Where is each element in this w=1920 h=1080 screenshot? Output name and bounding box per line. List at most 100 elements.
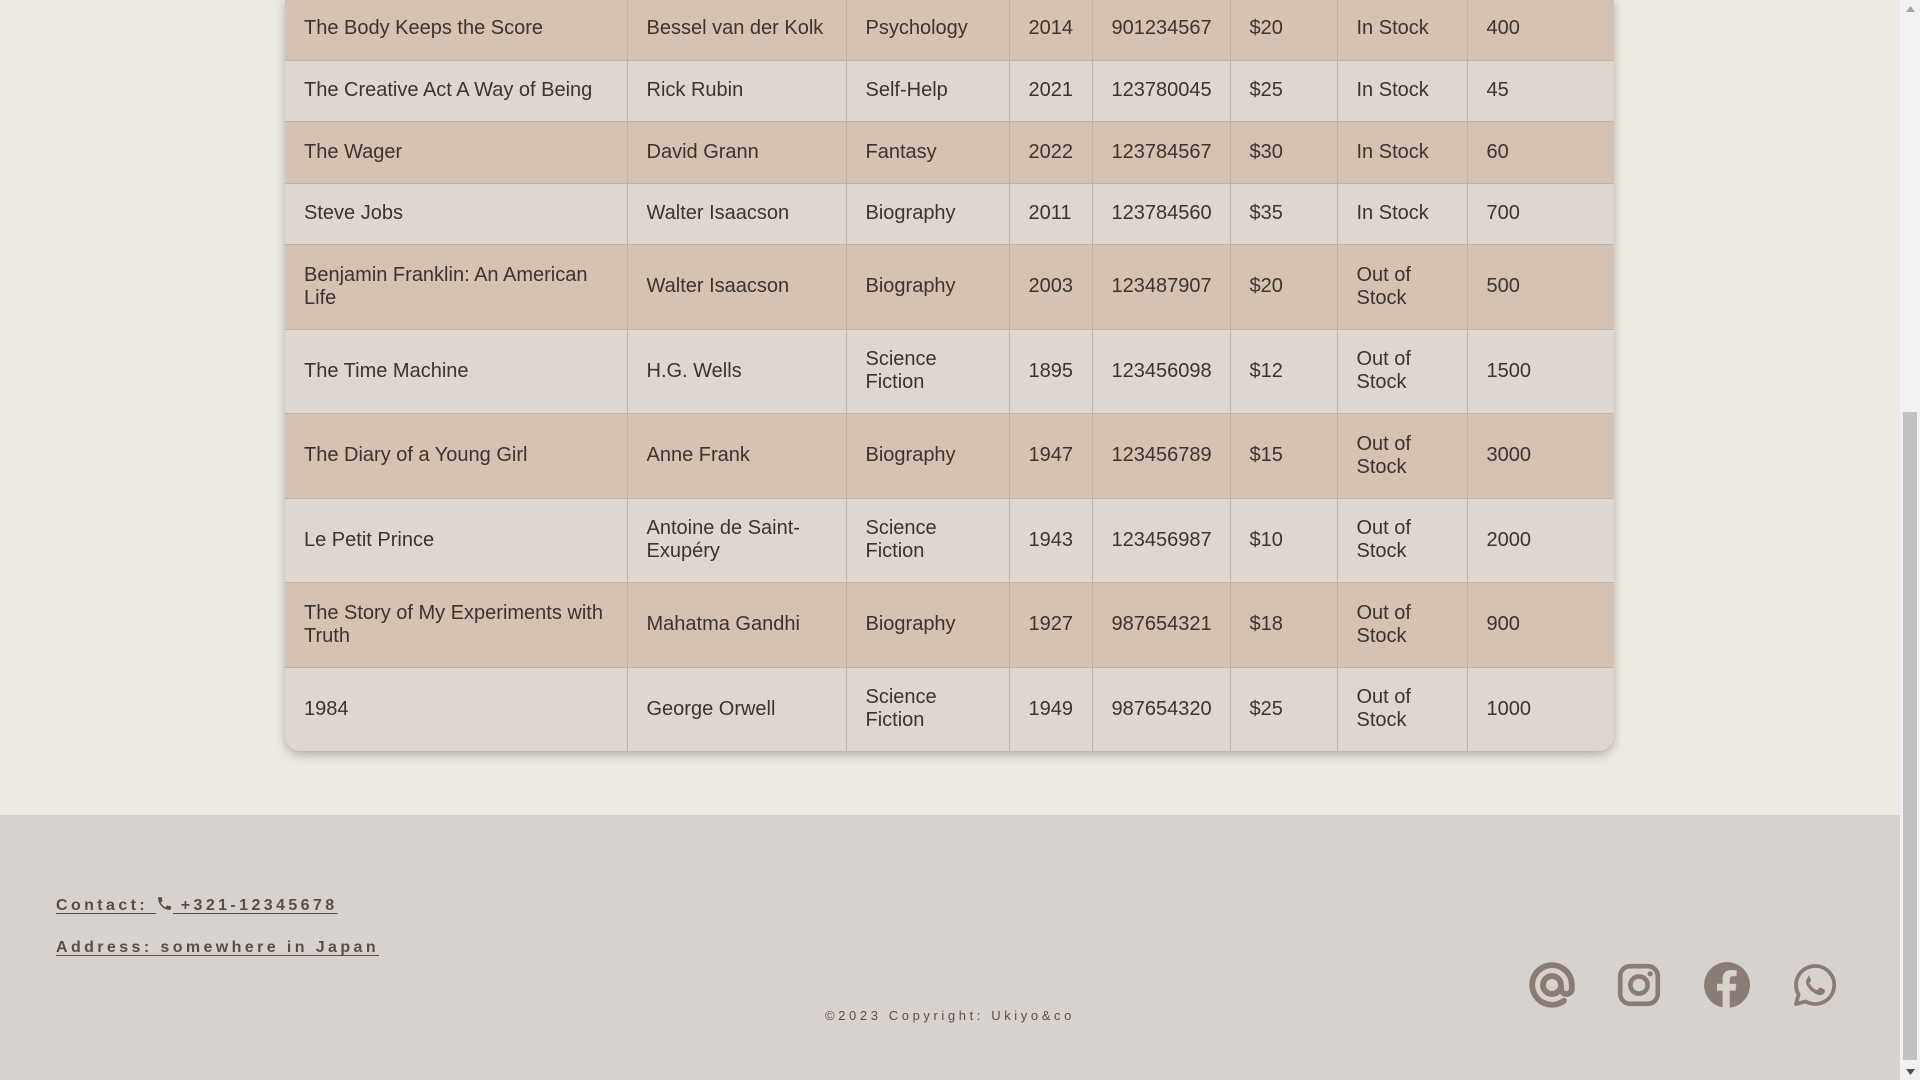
cell-isbn: 987654320 bbox=[1092, 667, 1231, 751]
cell-author: Anne Frank bbox=[627, 413, 847, 499]
cell-genre: Psychology bbox=[846, 0, 1010, 61]
cell-quantity: 500 bbox=[1467, 244, 1614, 330]
cell-isbn: 123456789 bbox=[1092, 413, 1231, 499]
cell-year: 2003 bbox=[1009, 244, 1093, 330]
cell-price: $12 bbox=[1230, 329, 1338, 414]
cell-author: Walter Isaacson bbox=[627, 183, 847, 245]
scrollbar-thumb[interactable] bbox=[1903, 412, 1917, 1060]
cell-author: Bessel van der Kolk bbox=[627, 0, 847, 61]
cell-quantity: 60 bbox=[1467, 121, 1614, 184]
cell-status: Out of Stock bbox=[1337, 413, 1468, 499]
cell-year: 1947 bbox=[1009, 413, 1093, 499]
cell-price: $30 bbox=[1230, 121, 1338, 184]
cell-price: $25 bbox=[1230, 60, 1338, 122]
cell-status: Out of Stock bbox=[1337, 498, 1468, 583]
email-link[interactable] bbox=[1524, 957, 1580, 1013]
cell-genre: Biography bbox=[846, 183, 1010, 245]
cell-price: $10 bbox=[1230, 498, 1338, 583]
table-row: The Time Machine H.G. Wells Science Fictio… bbox=[285, 329, 1614, 414]
cell-year: 2021 bbox=[1009, 60, 1093, 122]
cell-title: Benjamin Franklin: An American Life bbox=[285, 244, 628, 330]
cell-title: The Story of My Experiments with Truth bbox=[285, 582, 628, 668]
cell-isbn: 123456098 bbox=[1092, 329, 1231, 414]
table-row: The Body Keeps the Score Bessel van der K… bbox=[285, 0, 1614, 61]
instagram-icon bbox=[1617, 963, 1661, 1007]
cell-price: $35 bbox=[1230, 183, 1338, 245]
table-row: Steve Jobs Walter Isaacson Biography 2011 12… bbox=[285, 183, 1614, 245]
table-row: Benjamin Franklin: An American Life Walte… bbox=[285, 244, 1614, 330]
table-row: The Wager David Grann Fantasy 2022 123784567… bbox=[285, 121, 1614, 184]
facebook-icon bbox=[1704, 962, 1750, 1008]
cell-quantity: 3000 bbox=[1467, 413, 1614, 499]
books-table-body: The Body Keeps the Score Bessel van der K… bbox=[285, 0, 1614, 751]
address-link[interactable]: Address: somewhere in Japan bbox=[56, 939, 379, 957]
table-row: Le Petit Prince Antoine de Saint-Exupéry S… bbox=[285, 498, 1614, 583]
whatsapp-link[interactable] bbox=[1787, 957, 1843, 1013]
vertical-scrollbar[interactable] bbox=[1900, 0, 1920, 1080]
cell-genre: Self-Help bbox=[846, 60, 1010, 122]
cell-author: H.G. Wells bbox=[627, 329, 847, 414]
cell-quantity: 2000 bbox=[1467, 498, 1614, 583]
cell-status: Out of Stock bbox=[1337, 582, 1468, 668]
cell-status: In Stock bbox=[1337, 183, 1468, 245]
cell-author: Walter Isaacson bbox=[627, 244, 847, 330]
cell-genre: Science Fiction bbox=[846, 329, 1010, 414]
table-row: 1984 George Orwell Science Fiction 1949 9876… bbox=[285, 667, 1614, 751]
cell-title: The Wager bbox=[285, 121, 628, 184]
contact-label: Contact: bbox=[56, 897, 156, 914]
cell-quantity: 45 bbox=[1467, 60, 1614, 122]
cell-year: 1895 bbox=[1009, 329, 1093, 414]
cell-genre: Science Fiction bbox=[846, 498, 1010, 583]
scroll-down-arrow-icon[interactable] bbox=[1900, 1063, 1920, 1080]
cell-author: Mahatma Gandhi bbox=[627, 582, 847, 668]
table-row: The Diary of a Young Girl Anne Frank Biogr… bbox=[285, 413, 1614, 499]
cell-quantity: 400 bbox=[1467, 0, 1614, 61]
instagram-link[interactable] bbox=[1611, 957, 1667, 1013]
cell-title: The Time Machine bbox=[285, 329, 628, 414]
cell-isbn: 901234567 bbox=[1092, 0, 1231, 61]
cell-year: 1943 bbox=[1009, 498, 1093, 583]
cell-title: 1984 bbox=[285, 667, 628, 751]
cell-title: Le Petit Prince bbox=[285, 498, 628, 583]
cell-quantity: 1000 bbox=[1467, 667, 1614, 751]
cell-title: The Diary of a Young Girl bbox=[285, 413, 628, 499]
facebook-link[interactable] bbox=[1699, 957, 1755, 1013]
cell-isbn: 123784567 bbox=[1092, 121, 1231, 184]
cell-price: $25 bbox=[1230, 667, 1338, 751]
cell-year: 2011 bbox=[1009, 183, 1093, 245]
contact-link[interactable]: Contact: +321-12345678 bbox=[56, 895, 338, 915]
cell-genre: Biography bbox=[846, 244, 1010, 330]
books-table: The Body Keeps the Score Bessel van der K… bbox=[285, 0, 1614, 751]
table-row: The Story of My Experiments with Truth Ma… bbox=[285, 582, 1614, 668]
cell-author: Rick Rubin bbox=[627, 60, 847, 122]
cell-price: $18 bbox=[1230, 582, 1338, 668]
cell-status: In Stock bbox=[1337, 121, 1468, 184]
cell-isbn: 123780045 bbox=[1092, 60, 1231, 122]
cell-author: Antoine de Saint-Exupéry bbox=[627, 498, 847, 583]
cell-author: George Orwell bbox=[627, 667, 847, 751]
cell-isbn: 123487907 bbox=[1092, 244, 1231, 330]
cell-status: Out of Stock bbox=[1337, 329, 1468, 414]
site-footer: Contact: +321-12345678 Address: somewher… bbox=[0, 815, 1900, 1080]
main-content: The Body Keeps the Score Bessel van der K… bbox=[0, 0, 1900, 815]
page-viewport: The Body Keeps the Score Bessel van der K… bbox=[0, 0, 1900, 1080]
cell-title: The Body Keeps the Score bbox=[285, 0, 628, 61]
contact-phone: +321-12345678 bbox=[172, 897, 338, 914]
cell-year: 1927 bbox=[1009, 582, 1093, 668]
phone-icon bbox=[158, 897, 171, 910]
table-row: The Creative Act A Way of Being Rick Rubi… bbox=[285, 60, 1614, 122]
cell-year: 2022 bbox=[1009, 121, 1093, 184]
cell-isbn: 123456987 bbox=[1092, 498, 1231, 583]
cell-genre: Fantasy bbox=[846, 121, 1010, 184]
cell-quantity: 700 bbox=[1467, 183, 1614, 245]
cell-isbn: 123784560 bbox=[1092, 183, 1231, 245]
cell-year: 2014 bbox=[1009, 0, 1093, 61]
cell-price: $15 bbox=[1230, 413, 1338, 499]
cell-price: $20 bbox=[1230, 244, 1338, 330]
cell-status: Out of Stock bbox=[1337, 244, 1468, 330]
cell-author: David Grann bbox=[627, 121, 847, 184]
cell-status: In Stock bbox=[1337, 60, 1468, 122]
cell-quantity: 1500 bbox=[1467, 329, 1614, 414]
scroll-up-arrow-icon[interactable] bbox=[1900, 0, 1920, 17]
cell-year: 1949 bbox=[1009, 667, 1093, 751]
